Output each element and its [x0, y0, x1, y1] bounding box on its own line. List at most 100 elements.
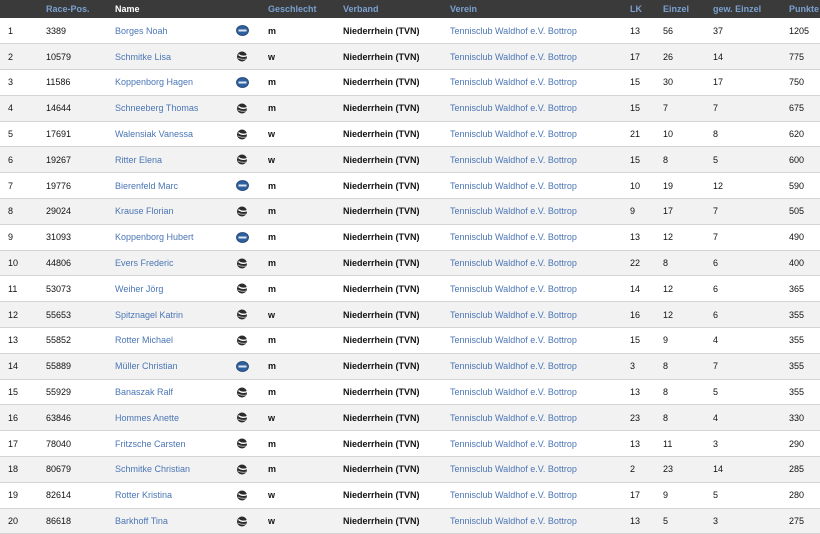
club-link[interactable]: Tennisclub Waldhof e.V. Bottrop — [450, 379, 630, 405]
table-row: 20 86618 Barkhoff Tina w Niederrhein (TVN) Te… — [0, 508, 820, 534]
club-link[interactable]: Tennisclub Waldhof e.V. Bottrop — [450, 482, 630, 508]
cell-einzel: 7 — [663, 103, 669, 114]
cell-verband: Niederrhein (TVN) — [343, 283, 420, 294]
club-link[interactable]: Tennisclub Waldhof e.V. Bottrop — [450, 95, 630, 121]
cell-race-pos: 55889 — [46, 361, 72, 372]
header-punkte[interactable]: Punkte — [789, 0, 820, 18]
club-link[interactable]: Tennisclub Waldhof e.V. Bottrop — [450, 328, 630, 354]
header-einzel[interactable]: Einzel — [663, 0, 713, 18]
player-name-link[interactable]: Borges Noah — [115, 18, 236, 44]
club-link[interactable]: Tennisclub Waldhof e.V. Bottrop — [450, 18, 630, 44]
cell-einzel: 8 — [663, 258, 669, 269]
player-name-link[interactable]: Walensiak Vanessa — [115, 121, 236, 147]
player-name-link[interactable]: Spitznagel Katrin — [115, 302, 236, 328]
player-name-link[interactable]: Hommes Anette — [115, 405, 236, 431]
header-icon — [236, 0, 268, 18]
club-link[interactable]: Tennisclub Waldhof e.V. Bottrop — [450, 173, 630, 199]
cell-punkte: 620 — [789, 129, 805, 140]
club-link[interactable]: Tennisclub Waldhof e.V. Bottrop — [450, 302, 630, 328]
table-row: 12 55653 Spitznagel Katrin w Niederrhein (TV… — [0, 301, 820, 328]
player-name-link[interactable]: Rotter Kristina — [115, 482, 236, 508]
cell-gew-einzel: 5 — [713, 154, 719, 165]
cell-punkte: 330 — [789, 412, 805, 423]
cell-race-pos: 31093 — [46, 232, 72, 243]
cell-icon — [236, 328, 268, 354]
cell-icon — [236, 457, 268, 483]
cell-geschlecht: w — [268, 129, 276, 140]
player-name-link[interactable]: Krause Florian — [115, 199, 236, 225]
club-link[interactable]: Tennisclub Waldhof e.V. Bottrop — [450, 250, 630, 276]
cell-gew-einzel: 7 — [713, 103, 719, 114]
cell-race-pos: 11586 — [46, 77, 71, 88]
cell-icon — [236, 173, 268, 199]
club-link[interactable]: Tennisclub Waldhof e.V. Bottrop — [450, 121, 630, 147]
club-link[interactable]: Tennisclub Waldhof e.V. Bottrop — [450, 224, 630, 250]
cell-punkte: 675 — [789, 103, 805, 114]
header-geschlecht[interactable]: Geschlecht — [268, 0, 343, 18]
cell-geschlecht: w — [268, 309, 276, 320]
player-name-link[interactable]: Müller Christian — [115, 353, 236, 379]
player-name-link[interactable]: Rotter Michael — [115, 328, 236, 354]
header-race-pos[interactable]: Race-Pos. — [46, 0, 115, 18]
cell-gew-einzel: 37 — [713, 25, 724, 36]
cell-race-pos: 14644 — [46, 103, 72, 114]
cell-race-pos: 55929 — [46, 387, 72, 398]
table-header-row: Race-Pos. Name Geschlecht Verband Verein… — [0, 0, 820, 18]
header-gew-einzel[interactable]: gew. Einzel — [713, 0, 789, 18]
cell-geschlecht: m — [268, 25, 277, 36]
table-row: 10 44806 Evers Frederic m Niederrhein (TVN) T… — [0, 250, 820, 276]
player-name-link[interactable]: Banaszak Ralf — [115, 379, 236, 405]
header-lk[interactable]: LK — [630, 0, 663, 18]
player-name-link[interactable]: Weiher Jörg — [115, 276, 236, 302]
club-link[interactable]: Tennisclub Waldhof e.V. Bottrop — [450, 199, 630, 225]
ball-icon — [236, 206, 249, 217]
club-link[interactable]: Tennisclub Waldhof e.V. Bottrop — [450, 457, 630, 483]
club-link[interactable]: Tennisclub Waldhof e.V. Bottrop — [450, 508, 630, 534]
club-link[interactable]: Tennisclub Waldhof e.V. Bottrop — [450, 276, 630, 302]
cell-verband: Niederrhein (TVN) — [343, 206, 420, 217]
cell-einzel: 9 — [663, 490, 669, 501]
table-row: 7 19776 Bierenfeld Marc m Niederrhein (TVN) T… — [0, 172, 820, 199]
cell-gew-einzel: 12 — [713, 180, 724, 191]
ball-icon — [236, 335, 249, 346]
table-row: 1 3389 Borges Noah m Niederrhein (TVN) Tennis… — [0, 18, 820, 44]
player-name-link[interactable]: Ritter Elena — [115, 147, 236, 173]
club-link[interactable]: Tennisclub Waldhof e.V. Bottrop — [450, 405, 630, 431]
header-no — [0, 0, 46, 18]
club-link[interactable]: Tennisclub Waldhof e.V. Bottrop — [450, 353, 630, 379]
badge-icon — [236, 77, 249, 88]
club-link[interactable]: Tennisclub Waldhof e.V. Bottrop — [450, 44, 630, 70]
cell-gew-einzel: 5 — [713, 387, 719, 398]
cell-verband: Niederrhein (TVN) — [343, 309, 420, 320]
cell-lk: 13 — [630, 516, 641, 527]
header-verein[interactable]: Verein — [450, 0, 630, 18]
cell-verband: Niederrhein (TVN) — [343, 412, 420, 423]
player-name-link[interactable]: Schmitke Christian — [115, 457, 236, 483]
club-link[interactable]: Tennisclub Waldhof e.V. Bottrop — [450, 431, 630, 457]
cell-rank: 7 — [8, 180, 14, 191]
header-verband[interactable]: Verband — [343, 0, 450, 18]
club-link[interactable]: Tennisclub Waldhof e.V. Bottrop — [450, 147, 630, 173]
cell-icon — [236, 199, 268, 225]
cell-punkte: 285 — [789, 464, 805, 475]
cell-punkte: 775 — [789, 51, 805, 62]
cell-gew-einzel: 5 — [713, 490, 719, 501]
player-name-link[interactable]: Evers Frederic — [115, 250, 236, 276]
table-row: 2 10579 Schmitke Lisa w Niederrhein (TVN) Ten… — [0, 43, 820, 70]
cell-geschlecht: w — [268, 154, 276, 165]
player-name-link[interactable]: Fritzsche Carsten — [115, 431, 236, 457]
player-name-link[interactable]: Schmitke Lisa — [115, 44, 236, 70]
player-name-link[interactable]: Bierenfeld Marc — [115, 173, 236, 199]
player-name-link[interactable]: Barkhoff Tina — [115, 508, 236, 534]
cell-einzel: 10 — [663, 129, 674, 140]
player-name-link[interactable]: Schneeberg Thomas — [115, 95, 236, 121]
club-link[interactable]: Tennisclub Waldhof e.V. Bottrop — [450, 70, 630, 96]
cell-punkte: 505 — [789, 206, 805, 217]
player-name-link[interactable]: Koppenborg Hubert — [115, 224, 236, 250]
header-name[interactable]: Name — [115, 0, 236, 18]
cell-lk: 23 — [630, 412, 641, 423]
cell-geschlecht: m — [268, 438, 277, 449]
player-name-link[interactable]: Koppenborg Hagen — [115, 70, 236, 96]
cell-einzel: 8 — [663, 387, 669, 398]
cell-icon — [236, 18, 268, 44]
